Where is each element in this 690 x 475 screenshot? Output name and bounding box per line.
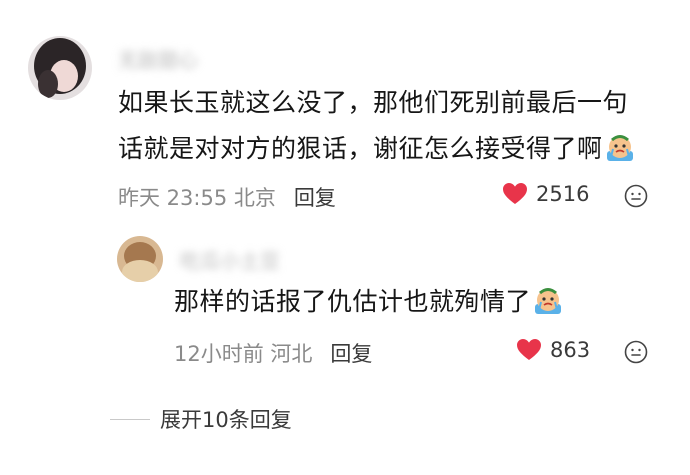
reply-button[interactable]: 回复: [330, 342, 372, 366]
comment-text-line-content: 话就是对对方的狠话，谢征怎么接受得了啊: [118, 134, 603, 163]
comment-text: 如果长玉就这么没了，那他们死别前最后一句 话就是对对方的狠话，谢征怎么接受得了啊: [118, 80, 678, 178]
comment-text: 那样的话报了仇估计也就殉情了: [174, 279, 674, 331]
divider: [110, 418, 150, 420]
comment-text-line: 话就是对对方的狠话，谢征怎么接受得了啊: [118, 126, 678, 178]
heart-icon: [517, 339, 541, 360]
expand-replies-label: 展开10条回复: [160, 408, 292, 432]
avatar[interactable]: [117, 236, 163, 282]
username[interactable]: 吃瓜小土豆: [180, 245, 280, 274]
comment-text-content: 那样的话报了仇估计也就殉情了: [174, 287, 532, 316]
expand-replies-button[interactable]: 展开10条回复: [110, 404, 292, 434]
reply-button[interactable]: 回复: [294, 186, 336, 210]
time-location: 12小时前 河北: [174, 342, 313, 366]
like-button[interactable]: 2516: [502, 182, 589, 206]
like-count: 863: [550, 338, 591, 362]
username[interactable]: 无敌甜心: [118, 44, 198, 73]
emoji-react-icon[interactable]: [624, 340, 648, 364]
comment-text-line: 如果长玉就这么没了，那他们死别前最后一句: [118, 88, 629, 117]
like-button[interactable]: 863: [516, 338, 590, 362]
emoji-react-icon[interactable]: [624, 184, 648, 208]
avatar[interactable]: [28, 36, 92, 100]
crying-face-icon: [533, 285, 563, 331]
like-count: 2516: [536, 182, 590, 206]
heart-icon: [503, 183, 527, 204]
comment-meta: 12小时前 河北 回复: [174, 338, 372, 368]
time-location: 昨天 23:55 北京: [118, 186, 276, 210]
comment-meta: 昨天 23:55 北京 回复: [118, 182, 336, 212]
crying-face-icon: [605, 132, 635, 178]
